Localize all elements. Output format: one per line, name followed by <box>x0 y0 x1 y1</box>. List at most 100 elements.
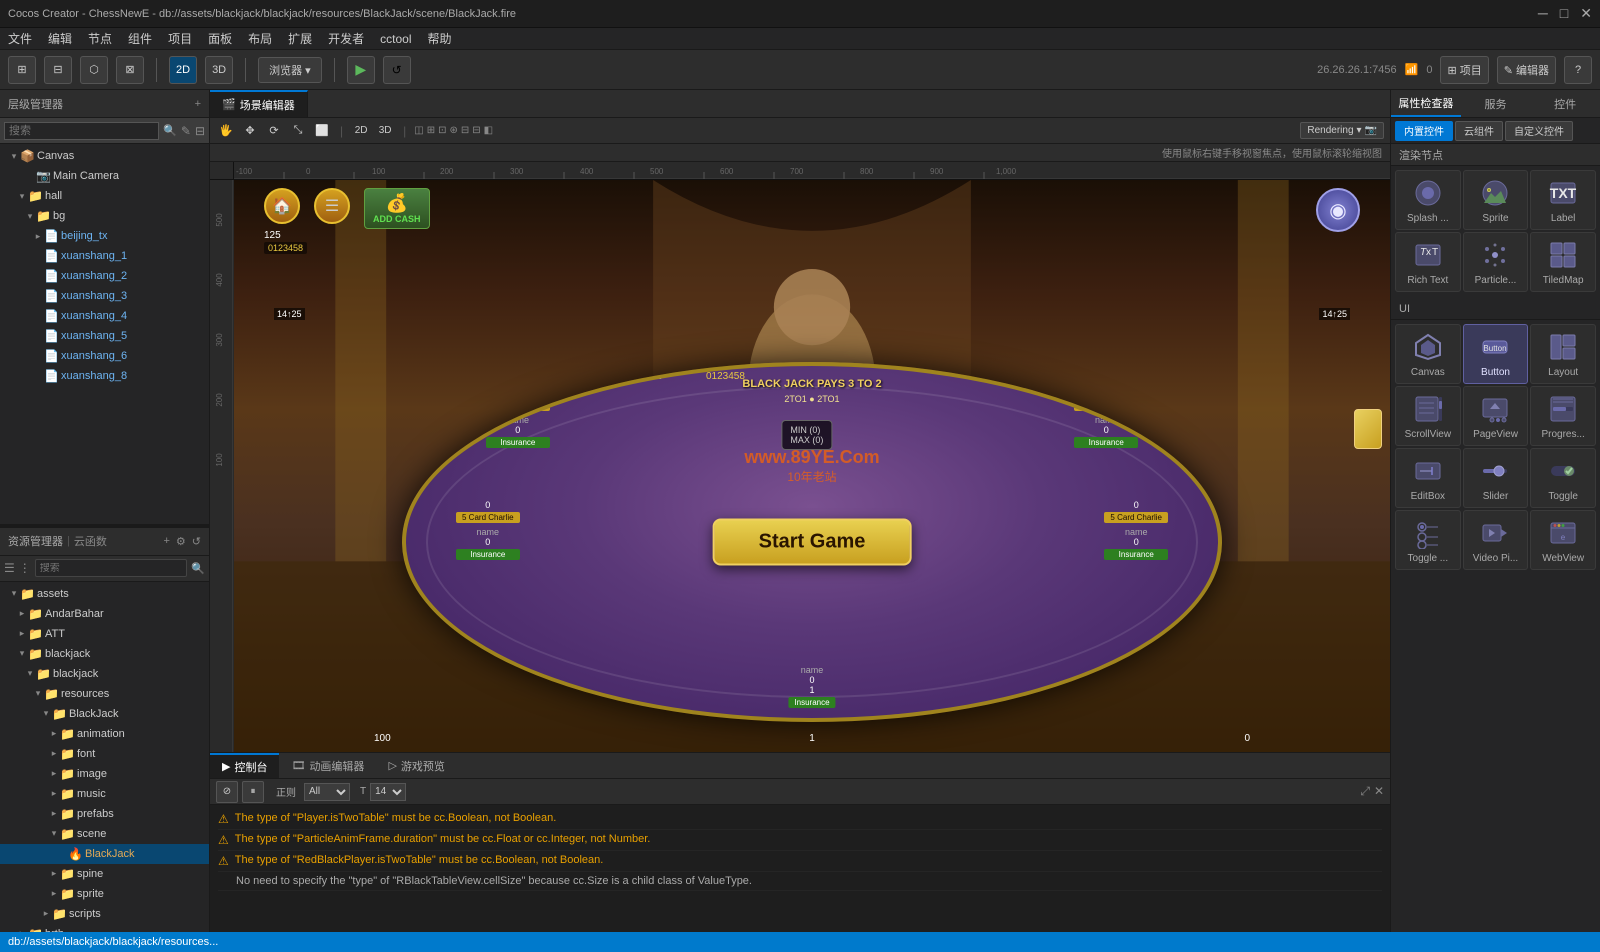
add-cash-button[interactable]: 💰 ADD CASH <box>364 188 430 229</box>
tree-xuan5[interactable]: 📄 xuanshang_5 <box>0 326 209 346</box>
right-tab-properties[interactable]: 属性检查器 <box>1391 90 1461 117</box>
play-btn[interactable]: ▶ <box>347 56 375 84</box>
console-close-icon[interactable]: ✕ <box>1374 784 1384 799</box>
scene-tb-rect[interactable]: ⬜ <box>312 121 332 141</box>
console-expand-icon[interactable]: ⤢ <box>1360 784 1370 799</box>
close-btn[interactable]: ✕ <box>1580 5 1592 22</box>
hierarchy-add-icon[interactable]: + <box>195 98 201 110</box>
console-tab-game[interactable]: ▷ 游戏预览 <box>376 753 456 778</box>
tree-xuan6[interactable]: 📄 xuanshang_6 <box>0 346 209 366</box>
menu-panel[interactable]: 面板 <box>208 30 232 47</box>
scene-tb-move[interactable]: ✥ <box>240 121 260 141</box>
console-filter-select[interactable]: All Warn Error <box>304 783 350 801</box>
assets-refresh-icon[interactable]: ↺ <box>192 535 201 548</box>
assets-tree-animation[interactable]: ▸📁animation <box>0 724 209 744</box>
start-game-button[interactable]: Start Game <box>713 519 912 566</box>
assets-tree-andarbhar[interactable]: ▸📁AndarBahar <box>0 604 209 624</box>
rendering-btn[interactable]: Rendering ▾ 📷 <box>1300 122 1384 139</box>
assets-tree-blackjack2[interactable]: ▾📁blackjack <box>0 664 209 684</box>
component-label[interactable]: TXT Label <box>1530 170 1596 230</box>
scene-tb-hand[interactable]: 🖐 <box>216 121 236 141</box>
tree-xuan2[interactable]: 📄 xuanshang_2 <box>0 266 209 286</box>
assets-tree-image[interactable]: ▸📁image <box>0 764 209 784</box>
tree-xuan4[interactable]: 📄 xuanshang_4 <box>0 306 209 326</box>
menu-edit[interactable]: 编辑 <box>48 30 72 47</box>
menu-extend[interactable]: 扩展 <box>288 30 312 47</box>
assets-tree-resources[interactable]: ▾📁resources <box>0 684 209 704</box>
mode-2d-btn[interactable]: 2D <box>169 56 197 84</box>
tree-canvas[interactable]: ▾ 📦 Canvas <box>0 146 209 166</box>
component-sprite[interactable]: Sprite <box>1463 170 1529 230</box>
component-layout[interactable]: Layout <box>1530 324 1596 384</box>
console-tab-anim[interactable]: 🎞 动画编辑器 <box>279 753 376 778</box>
menu-file[interactable]: 文件 <box>8 30 32 47</box>
help-btn[interactable]: ? <box>1564 56 1592 84</box>
component-button[interactable]: Button Button <box>1463 324 1529 384</box>
assets-search-input[interactable] <box>40 563 183 574</box>
component-particle[interactable]: Particle... <box>1463 232 1529 292</box>
right-tab-service[interactable]: 服务 <box>1461 90 1531 117</box>
right-sub-tab-custom[interactable]: 自定义控件 <box>1505 121 1573 141</box>
assets-tree-font[interactable]: ▸📁font <box>0 744 209 764</box>
assets-tree-sprite[interactable]: ▸📁sprite <box>0 884 209 904</box>
menu-layout[interactable]: 布局 <box>248 30 272 47</box>
tree-xuan3[interactable]: 📄 xuanshang_3 <box>0 286 209 306</box>
component-pageview[interactable]: PageView <box>1463 386 1529 446</box>
menu-node[interactable]: 节点 <box>88 30 112 47</box>
refresh-btn[interactable]: ↺ <box>383 56 411 84</box>
assets-tree-att[interactable]: ▸📁ATT <box>0 624 209 644</box>
cloud-title[interactable]: 云函数 <box>74 533 107 549</box>
scene-tb-scale[interactable]: ⤡ <box>288 121 308 141</box>
assets-tree-BlackJack-folder[interactable]: ▾📁BlackJack <box>0 704 209 724</box>
coin-button[interactable]: ◉ <box>1316 188 1360 232</box>
project-btn[interactable]: ⊞ 项目 <box>1440 56 1488 84</box>
assets-tree-scripts[interactable]: ▸📁scripts <box>0 904 209 924</box>
assets-tree-view-icon[interactable]: ⋮ <box>19 561 31 575</box>
component-tiledmap[interactable]: TiledMap <box>1530 232 1596 292</box>
tree-xuan8[interactable]: 📄 xuanshang_8 <box>0 366 209 386</box>
menu-project[interactable]: 项目 <box>168 30 192 47</box>
tree-hall[interactable]: ▾ 📁 hall <box>0 186 209 206</box>
toolbar-btn-3[interactable]: ⬡ <box>80 56 108 84</box>
right-sub-tab-cloud[interactable]: 云组件 <box>1455 121 1503 141</box>
menu-component[interactable]: 组件 <box>128 30 152 47</box>
console-pause-btn[interactable]: ⏸ <box>242 781 264 803</box>
assets-list-view-icon[interactable]: ☰ <box>4 561 15 575</box>
assets-tree-prefabs[interactable]: ▸📁prefabs <box>0 804 209 824</box>
component-editbox[interactable]: EditBox <box>1395 448 1461 508</box>
assets-tree-spine[interactable]: ▸📁spine <box>0 864 209 884</box>
tree-xuan1[interactable]: 📄 xuanshang_1 <box>0 246 209 266</box>
toolbar-btn-4[interactable]: ⊠ <box>116 56 144 84</box>
assets-tree-music[interactable]: ▸📁music <box>0 784 209 804</box>
hierarchy-icon-2[interactable]: ⊟ <box>195 124 205 138</box>
console-clear-btn[interactable]: ⊘ <box>216 781 238 803</box>
component-webview[interactable]: e WebView <box>1530 510 1596 570</box>
maximize-btn[interactable]: □ <box>1560 5 1568 22</box>
component-progress[interactable]: Progres... <box>1530 386 1596 446</box>
assets-tree-blackjack-file[interactable]: 🔥BlackJack <box>0 844 209 864</box>
menu-button[interactable]: ☰ <box>314 188 350 224</box>
component-scrollview[interactable]: ScrollView <box>1395 386 1461 446</box>
right-sub-tab-builtin[interactable]: 内置控件 <box>1395 121 1453 141</box>
hierarchy-icon-1[interactable]: ✎ <box>181 124 191 138</box>
toolbar-btn-2[interactable]: ⊟ <box>44 56 72 84</box>
assets-tree-brtb[interactable]: ▸📁brtb <box>0 924 209 932</box>
menu-dev[interactable]: 开发者 <box>328 30 364 47</box>
scene-tb-rotate[interactable]: ⟳ <box>264 121 284 141</box>
component-slider[interactable]: Slider <box>1463 448 1529 508</box>
menu-help[interactable]: 帮助 <box>428 30 452 47</box>
assets-tree-blackjack1[interactable]: ▾📁blackjack <box>0 644 209 664</box>
home-button[interactable]: 🏠 <box>264 188 300 224</box>
console-tab-console[interactable]: ▶ 控制台 <box>210 753 279 778</box>
toolbar-btn-1[interactable]: ⊞ <box>8 56 36 84</box>
component-video[interactable]: Video Pi... <box>1463 510 1529 570</box>
right-tab-controls[interactable]: 控件 <box>1530 90 1600 117</box>
assets-tree-scene-folder[interactable]: ▾📁scene <box>0 824 209 844</box>
browser-btn[interactable]: 浏览器 ▾ <box>258 57 322 83</box>
component-richtext[interactable]: T x T Rich Text <box>1395 232 1461 292</box>
tree-main-camera[interactable]: 📷 Main Camera <box>0 166 209 186</box>
console-size-select[interactable]: 14 12 16 <box>370 783 406 801</box>
component-toggle[interactable]: Toggle <box>1530 448 1596 508</box>
scene-editor-tab[interactable]: 🎬 场景编辑器 <box>210 90 308 117</box>
mode-3d-btn[interactable]: 3D <box>205 56 233 84</box>
